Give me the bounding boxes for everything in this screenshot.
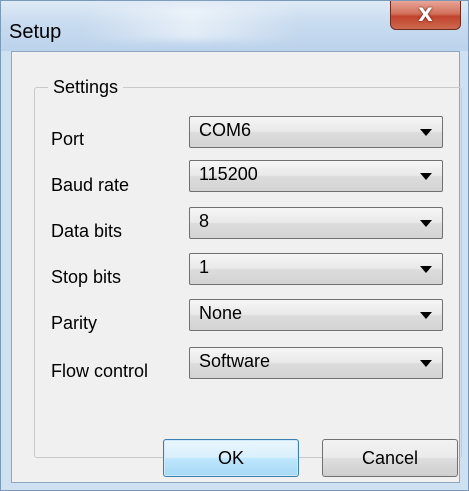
baud-rate-select[interactable]: 115200 [189, 160, 443, 192]
data-bits-value: 8 [199, 211, 210, 231]
data-bits-label: Data bits [51, 221, 123, 241]
stop-bits-value: 1 [199, 257, 210, 277]
port-value: COM6 [199, 120, 252, 140]
flow-control-value: Software [199, 351, 271, 371]
setup-dialog: Setup X Settings Port COM6 Baud rate 115… [0, 0, 469, 491]
parity-label: Parity [51, 313, 98, 333]
baud-rate-value: 115200 [199, 164, 258, 184]
stop-bits-label: Stop bits [51, 267, 122, 287]
chevron-down-icon [420, 129, 432, 136]
window-title: Setup [9, 21, 62, 43]
title-bar-glare [81, 5, 301, 41]
chevron-down-icon [420, 360, 432, 367]
title-bar[interactable]: Setup X [1, 1, 468, 51]
close-icon: X [418, 4, 433, 26]
chevron-down-icon [420, 266, 432, 273]
close-button[interactable]: X [390, 1, 461, 30]
data-bits-select[interactable]: 8 [189, 207, 443, 239]
cancel-button-label: Cancel [361, 447, 419, 468]
baud-rate-label: Baud rate [51, 175, 130, 195]
chevron-down-icon [420, 220, 432, 227]
chevron-down-icon [420, 173, 432, 180]
parity-select[interactable]: None [189, 299, 443, 331]
settings-group-label: Settings [48, 77, 124, 98]
flow-control-label: Flow control [51, 361, 149, 381]
port-select[interactable]: COM6 [189, 116, 443, 148]
flow-control-select[interactable]: Software [189, 347, 443, 379]
ok-button[interactable]: OK [163, 439, 299, 477]
ok-button-label: OK [217, 447, 244, 468]
port-label: Port [51, 129, 85, 149]
chevron-down-icon [420, 312, 432, 319]
cancel-button[interactable]: Cancel [322, 439, 458, 477]
parity-value: None [199, 303, 243, 323]
stop-bits-select[interactable]: 1 [189, 253, 443, 285]
